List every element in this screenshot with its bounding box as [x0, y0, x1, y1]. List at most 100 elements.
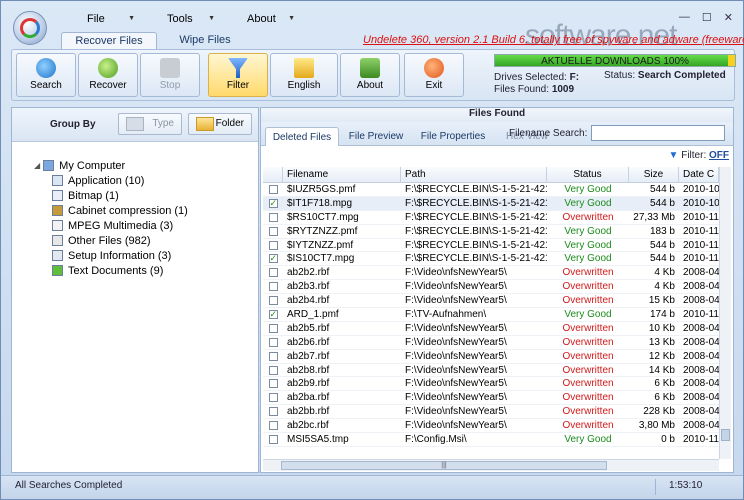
cell-date: 2010-11 — [683, 434, 719, 446]
tree-item-mpeg[interactable]: MPEG Multimedia (3) — [52, 218, 188, 233]
vertical-scrollbar[interactable] — [719, 167, 731, 459]
tree-item-other-files[interactable]: Other Files (982) — [52, 233, 188, 248]
group-by-folder-button[interactable]: Folder — [188, 113, 252, 135]
checkbox-checked[interactable]: ✓ — [268, 309, 278, 319]
stop-button[interactable]: Stop — [140, 53, 200, 97]
checkbox[interactable] — [268, 351, 278, 361]
header-checkbox-column — [263, 167, 283, 182]
checkbox[interactable] — [268, 421, 278, 431]
table-row[interactable]: ✓ $IT1F718.mpg F:\$RECYCLE.BIN\S-1-5-21-42… — [263, 196, 719, 211]
table-row[interactable]: ✓ ARD_1.pmf F:\TV-Aufnahmen\ Very Good 174 b… — [263, 308, 719, 322]
group-by-label: Group By — [50, 119, 96, 130]
horizontal-scroll-thumb[interactable]: ||| — [281, 461, 607, 470]
table-row[interactable]: ab2b4.rbf F:\Video\nfsNewYear5\ Overwritte… — [263, 294, 719, 309]
close-icon[interactable]: ✕ — [724, 11, 733, 24]
tree-item-bitmap[interactable]: Bitmap (1) — [52, 188, 188, 203]
about-button[interactable]: About — [340, 53, 400, 97]
tab-file-preview[interactable]: File Preview — [343, 127, 409, 146]
filename-search-input[interactable] — [591, 125, 725, 141]
table-row[interactable]: ✓ $IS10CT7.mpg F:\$RECYCLE.BIN\S-1-5-21-42… — [263, 252, 719, 267]
table-row[interactable]: ab2ba.rbf F:\Video\nfsNewYear5\ Overwritte… — [263, 391, 719, 406]
cell-date: 2010-11 — [683, 253, 719, 265]
checkbox[interactable] — [268, 184, 278, 194]
cell-date: 2008-04 — [683, 336, 719, 348]
recover-button[interactable]: Recover — [78, 53, 138, 97]
tree-item-application[interactable]: Application (10) — [52, 173, 188, 188]
table-row[interactable]: ab2b6.rbf F:\Video\nfsNewYear5\ Overwritte… — [263, 336, 719, 350]
row-checkbox-cell — [263, 419, 283, 432]
checkbox[interactable] — [268, 323, 278, 333]
filter-status-bar: ▼ Filter: OFF — [261, 147, 733, 166]
filter-button-label: Filter — [226, 80, 250, 91]
version-link[interactable]: Undelete 360, version 2.1 Build 6, total… — [363, 34, 744, 46]
cell-filename: MSI5SA5.tmp — [287, 434, 349, 446]
table-row[interactable]: MSI5SA5.tmp F:\Config.Msi\ Very Good 0 b 201… — [263, 433, 719, 447]
cell-status: Overwritten — [562, 295, 614, 307]
table-row[interactable]: ab2bb.rbf F:\Video\nfsNewYear5\ Overwritte… — [263, 405, 719, 420]
tree-item-text-documents[interactable]: Text Documents (9) — [52, 263, 188, 278]
table-row[interactable]: ab2b5.rbf F:\Video\nfsNewYear5\ Overwritte… — [263, 322, 719, 336]
table-row[interactable]: ab2b9.rbf F:\Video\nfsNewYear5\ Overwritte… — [263, 377, 719, 392]
language-dropdown[interactable]: English — [270, 53, 338, 97]
table-row[interactable]: $RS10CT7.mpg F:\$RECYCLE.BIN\S-1-5-21-421… — [263, 211, 719, 225]
app-orb-button[interactable] — [13, 11, 47, 45]
group-by-type-button[interactable]: Type — [118, 113, 182, 135]
checkbox[interactable] — [268, 393, 278, 403]
tab-deleted-files[interactable]: Deleted Files — [265, 127, 339, 146]
table-row[interactable]: ab2b7.rbf F:\Video\nfsNewYear5\ Overwritte… — [263, 350, 719, 364]
table-row[interactable]: ab2bc.rbf F:\Video\nfsNewYear5\ Overwritte… — [263, 419, 719, 434]
row-checkbox-cell: ✓ — [263, 308, 283, 321]
row-checkbox-cell — [263, 364, 283, 377]
tree-root-my-computer[interactable]: ◢ My Computer — [34, 158, 188, 173]
column-header-status[interactable]: Status — [547, 167, 629, 182]
menu-file[interactable]: File ▼ — [61, 13, 141, 31]
checkbox[interactable] — [268, 337, 278, 347]
table-row[interactable]: ab2b2.rbf F:\Video\nfsNewYear5\ Overwritte… — [263, 266, 719, 281]
row-checkbox-cell — [263, 336, 283, 349]
filter-toggle-link[interactable]: OFF — [709, 150, 729, 161]
tree-item-cabinet[interactable]: Cabinet compression (1) — [52, 203, 188, 218]
cell-size: 4 Kb — [654, 267, 675, 279]
table-row[interactable]: $RYTZNZZ.pmf F:\$RECYCLE.BIN\S-1-5-21-421… — [263, 225, 719, 239]
menu-tools[interactable]: Tools ▼ — [141, 13, 221, 31]
checkbox[interactable] — [268, 296, 278, 306]
cell-filename: ab2b7.rbf — [287, 350, 330, 362]
column-header-size[interactable]: Size — [629, 167, 679, 182]
checkbox[interactable] — [268, 434, 278, 444]
checkbox-checked[interactable]: ✓ — [268, 254, 278, 264]
checkbox[interactable] — [268, 240, 278, 250]
table-row[interactable]: $IYTZNZZ.pmf F:\$RECYCLE.BIN\S-1-5-21-421… — [263, 239, 719, 253]
tab-wipe-files[interactable]: Wipe Files — [157, 32, 253, 49]
vertical-scroll-thumb[interactable] — [721, 429, 730, 441]
exit-button[interactable]: Exit — [404, 53, 464, 97]
checkbox[interactable] — [268, 365, 278, 375]
maximize-icon[interactable]: ☐ — [702, 11, 712, 24]
other-files-icon — [52, 235, 63, 246]
horizontal-scrollbar[interactable]: ||| — [263, 459, 719, 471]
menu-about[interactable]: About ▼ — [221, 13, 301, 31]
tab-recover-files[interactable]: Recover Files — [61, 32, 157, 49]
table-row[interactable]: $IUZR5GS.pmf F:\$RECYCLE.BIN\S-1-5-21-421… — [263, 183, 719, 197]
search-button[interactable]: Search — [16, 53, 76, 97]
checkbox-checked[interactable]: ✓ — [268, 198, 278, 208]
row-checkbox-cell — [263, 280, 283, 293]
table-row[interactable]: ab2b8.rbf F:\Video\nfsNewYear5\ Overwritte… — [263, 364, 719, 378]
filter-button[interactable]: Filter — [208, 53, 268, 97]
column-header-path[interactable]: Path — [401, 167, 547, 182]
checkbox[interactable] — [268, 407, 278, 417]
checkbox[interactable] — [268, 268, 278, 278]
cell-date: 2008-04 — [683, 267, 719, 279]
tree-collapse-icon[interactable]: ◢ — [34, 161, 40, 170]
table-row[interactable]: ab2b3.rbf F:\Video\nfsNewYear5\ Overwritte… — [263, 280, 719, 295]
minimize-icon[interactable]: — — [679, 11, 690, 24]
column-header-date[interactable]: Date C — [679, 167, 719, 182]
tree-item-setup-information[interactable]: Setup Information (3) — [52, 248, 188, 263]
checkbox[interactable] — [268, 379, 278, 389]
cell-path: F:\Video\nfsNewYear5\ — [405, 378, 507, 390]
table-body: $IUZR5GS.pmf F:\$RECYCLE.BIN\S-1-5-21-421… — [263, 183, 719, 447]
checkbox[interactable] — [268, 212, 278, 222]
column-header-filename[interactable]: Filename — [283, 167, 401, 182]
checkbox[interactable] — [268, 282, 278, 292]
checkbox[interactable] — [268, 226, 278, 236]
tab-file-properties[interactable]: File Properties — [413, 127, 493, 146]
